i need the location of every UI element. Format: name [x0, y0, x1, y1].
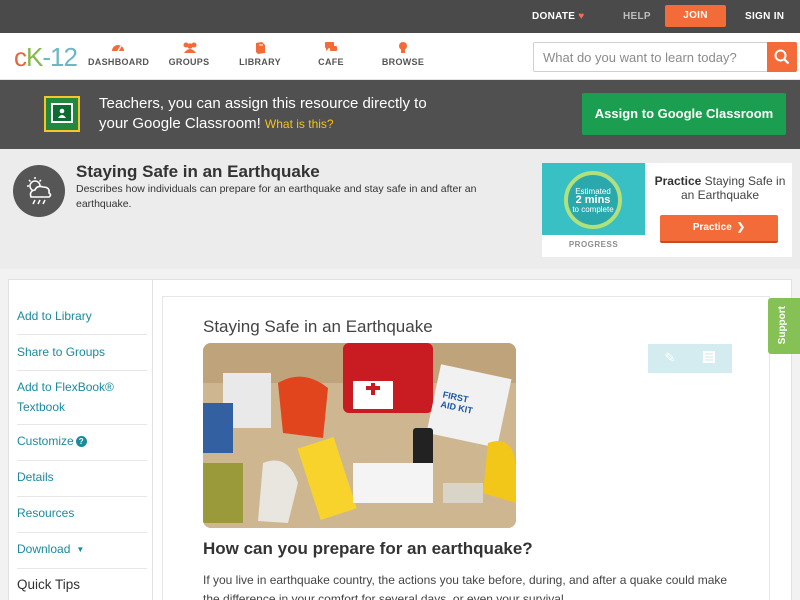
assign-google-classroom-button[interactable]: Assign to Google Classroom [582, 93, 786, 135]
notes-icon[interactable] [701, 350, 717, 366]
article-paragraph: If you live in earthquake country, the a… [203, 573, 728, 600]
lightbulb-icon [396, 41, 410, 54]
resource-sidebar: Add to Library Share to Groups Add to Fl… [9, 280, 153, 600]
donate-link[interactable]: DONATE ♥ [532, 0, 585, 33]
google-classroom-icon [44, 96, 80, 132]
earthquake-kit-photo: FIRST AID KIT [203, 343, 516, 528]
sidebar-share-to-groups[interactable]: Share to Groups [17, 335, 147, 371]
donate-label: DONATE [532, 11, 576, 22]
progress-label: PROGRESS [568, 240, 619, 249]
to-complete-label: to complete [572, 205, 614, 214]
nav-dashboard[interactable]: DASHBOARD [88, 41, 150, 67]
practice-button-label: Practice [692, 222, 732, 233]
library-icon [253, 41, 267, 54]
ck12-logo[interactable]: cK-12 [14, 42, 78, 73]
nav-library[interactable]: LIBRARY [238, 41, 282, 67]
help-question-icon[interactable]: ? [75, 436, 87, 447]
nav-browse-label: BROWSE [381, 57, 425, 67]
nav-dashboard-label: DASHBOARD [88, 57, 150, 67]
logo-12: -12 [42, 42, 78, 72]
help-link[interactable]: HELP [623, 0, 651, 33]
top-utility-bar: DONATE ♥ HELP JOIN SIGN IN [0, 0, 800, 33]
sidebar-add-to-flexbook[interactable]: Add to FlexBook® Textbook [17, 371, 147, 425]
sidebar-quick-tips[interactable]: Quick Tips [17, 575, 147, 595]
sidebar-customize[interactable]: Customize? [17, 425, 147, 461]
logo-c: c [14, 42, 27, 72]
practice-heading-bold: Practice [654, 174, 702, 188]
cafe-chat-icon [324, 41, 338, 54]
annotation-tools: ✎ [648, 344, 732, 373]
groups-icon [182, 41, 197, 54]
concept-header: Staying Safe in an Earthquake Describes … [0, 149, 800, 269]
article-heading: How can you prepare for an earthquake? [203, 539, 533, 558]
practice-card: Estimated 2 mins to complete PROGRESS Pr… [542, 163, 792, 257]
weather-storm-icon [13, 165, 65, 217]
nav-groups-label: GROUPS [168, 57, 210, 67]
banner-text: Teachers, you can assign this resource d… [99, 95, 427, 132]
search-button[interactable] [767, 42, 797, 72]
nav-library-label: LIBRARY [239, 57, 281, 67]
google-classroom-banner: Teachers, you can assign this resource d… [0, 80, 800, 149]
support-label: Support [777, 306, 788, 345]
logo-k: K [26, 42, 43, 72]
search-bar [533, 42, 797, 72]
article-panel: Staying Safe in an Earthquake ✎ FIRST AI… [162, 296, 770, 600]
sidebar-add-to-library[interactable]: Add to Library [17, 302, 147, 335]
nav-groups[interactable]: GROUPS [165, 41, 213, 67]
search-input[interactable] [534, 43, 770, 71]
concept-description: Describes how individuals can prepare fo… [76, 183, 477, 210]
progress-graphic: Estimated 2 mins to complete [542, 163, 645, 235]
chevron-right-icon: ❯ [736, 222, 746, 233]
practice-heading: Practice Staying Safe in an Earthquake [654, 174, 786, 202]
search-icon [774, 49, 790, 65]
support-tab[interactable]: Support [768, 298, 800, 354]
nav-browse[interactable]: BROWSE [381, 41, 425, 67]
nav-cafe-label: CAFE [318, 57, 344, 67]
progress-ring: Estimated 2 mins to complete [564, 171, 622, 229]
sidebar-details[interactable]: Details [17, 461, 147, 497]
sidebar-resources[interactable]: Resources [17, 497, 147, 533]
practice-button[interactable]: Practice ❯ [660, 215, 778, 243]
join-button[interactable]: JOIN [665, 5, 726, 27]
concept-title: Staying Safe in an Earthquake [76, 162, 320, 181]
download-label: Download [17, 542, 71, 556]
what-is-this-link[interactable]: What is this? [265, 117, 334, 131]
content-area: Add to Library Share to Groups Add to Fl… [8, 279, 792, 600]
pencil-icon[interactable]: ✎ [662, 350, 678, 366]
sign-in-link[interactable]: SIGN IN [745, 0, 784, 33]
sidebar-download[interactable]: Download ▼ [17, 533, 147, 569]
heart-icon: ♥ [578, 11, 585, 22]
caret-down-icon: ▼ [76, 545, 85, 554]
nav-cafe[interactable]: CAFE [316, 41, 346, 67]
banner-message: Teachers, you can assign this resource d… [99, 94, 459, 134]
customize-label: Customize [17, 434, 74, 448]
article-title: Staying Safe in an Earthquake [203, 317, 433, 336]
dashboard-icon [111, 41, 125, 54]
main-navigation: cK-12 DASHBOARD GROUPS LIBRARY CAFE BROW… [0, 33, 800, 80]
